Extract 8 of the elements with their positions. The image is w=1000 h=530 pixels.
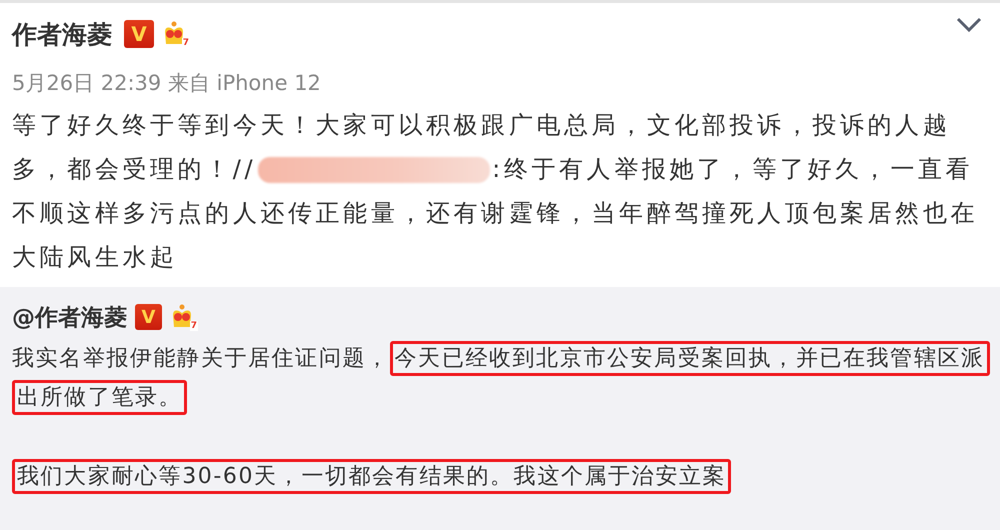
verified-badge: V	[135, 304, 162, 330]
post-time: 5月26日 22:39 来自 iPhone 12	[12, 70, 322, 97]
author-name[interactable]: @作者海菱	[12, 302, 127, 332]
author-name[interactable]: 作者海菱	[12, 18, 112, 50]
repost-text: 我实名举报伊能静关于居住证问题， 今天已经收到北京市公安局受案回执，并已在我管辖区派出所做了笔录。	[12, 339, 988, 417]
chevron-down-icon[interactable]	[956, 17, 982, 33]
post-text: 等了好久终于等到今天！大家可以积极跟广电总局，文化部投诉，投诉的人越多，都会受理的！// :终于有人举报她了，等了好久，一直看不顺这样多污点的人还传正能量，还有谢霆锋，当年醉驾撞死人顶包案居然也在大陆风生水起	[12, 110, 979, 273]
verified-badge: V	[124, 20, 154, 48]
